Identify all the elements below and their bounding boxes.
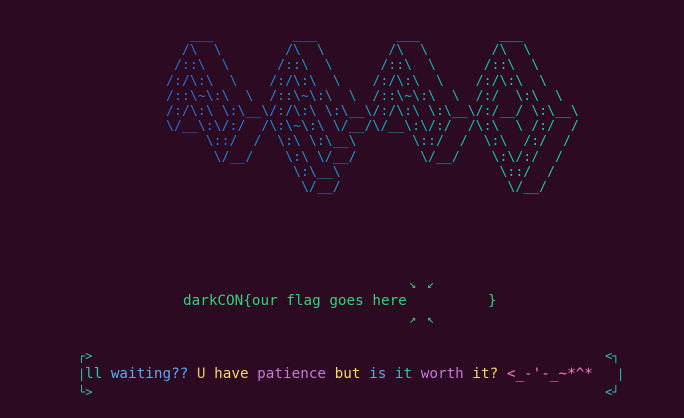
prompt-word: waiting?? <box>110 366 189 382</box>
bracket-right-bottom-icon: <┘ <box>605 385 620 399</box>
arrow-bottom-right-icon: ↖ <box>427 312 435 326</box>
bracket-right-mid-icon: | <box>617 367 625 381</box>
terminal-window[interactable]: ___ ___ ___ ___ /\ \ /\ \ /\ \ /\ \ /::\… <box>0 0 684 418</box>
bracket-right-top-icon: <┐ <box>605 349 620 363</box>
prompt-word: it <box>394 366 413 382</box>
arrow-top-left-icon: ↘ <box>409 277 417 291</box>
arrow-top-right-icon: ↙ <box>427 277 435 291</box>
prompt-word: it? <box>472 366 499 382</box>
prompt-word: <_-'-_~*^* <box>506 366 593 382</box>
prompt-word: ll <box>85 366 103 382</box>
prompt-word: worth <box>420 366 464 382</box>
prompt-word: U <box>196 366 206 382</box>
flag-close-brace: } <box>488 293 497 309</box>
arrow-bottom-left-icon: ↗ <box>409 312 417 326</box>
ascii-art-banner: ___ ___ ___ ___ /\ \ /\ \ /\ \ /\ \ /::\… <box>166 28 579 196</box>
bracket-left-bottom-icon: └> <box>78 385 93 399</box>
bracket-left-top-icon: ┌> <box>78 349 93 363</box>
prompt-word: but <box>334 366 361 382</box>
prompt-word: patience <box>257 366 327 382</box>
waiting-message: ll waiting?? U have patience but is it w… <box>85 366 593 382</box>
flag-text: darkCON{our flag goes here <box>183 293 407 309</box>
prompt-word: is <box>369 366 387 382</box>
prompt-word: have <box>214 366 249 382</box>
